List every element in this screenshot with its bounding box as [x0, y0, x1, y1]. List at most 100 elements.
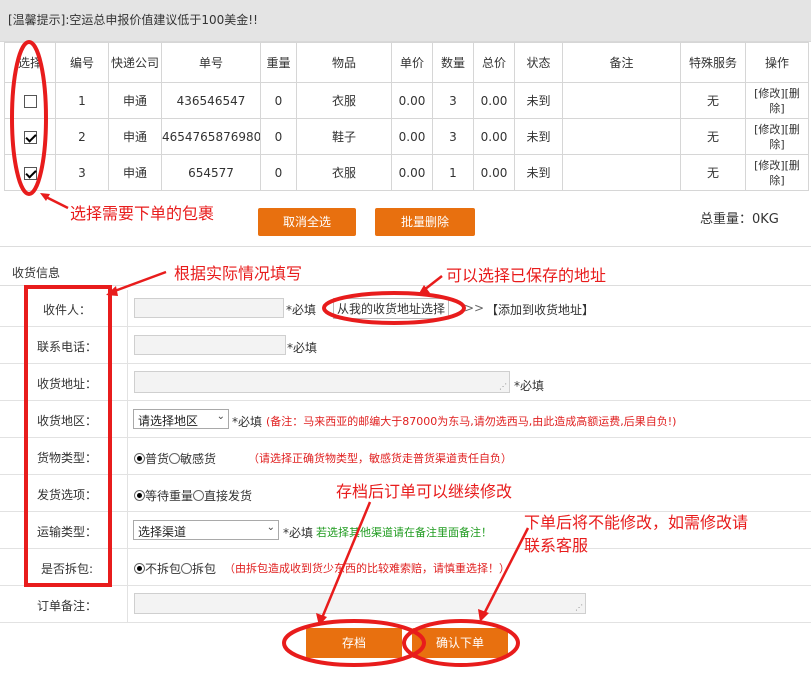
row-ops-links[interactable]: [修改][删除]: [745, 118, 809, 155]
row-status: 未到: [514, 82, 563, 119]
col-header-weight: 重量: [260, 42, 297, 83]
confirm-order-button[interactable]: 确认下单: [412, 628, 508, 658]
row-checkbox[interactable]: [23, 130, 37, 144]
choose-address-button[interactable]: 从我的收货地址选择: [333, 298, 450, 319]
split-label: 是否拆包:: [40, 562, 94, 576]
region-required: *必填: [232, 415, 263, 429]
form-separator: [127, 475, 128, 511]
row-service: 无: [680, 82, 746, 119]
row-qty: 1: [432, 154, 474, 191]
receiver-input[interactable]: [134, 298, 284, 318]
table-header-row: 选择 编号 快递公司 单号 重量 物品 单价 数量 总价 状态 备注 特殊服务 …: [4, 42, 809, 83]
section-title: 收货信息: [12, 266, 61, 280]
package-table: 选择 编号 快递公司 单号 重量 物品 单价 数量 总价 状态 备注 特殊服务 …: [4, 42, 809, 191]
radio-goods-normal[interactable]: [134, 453, 145, 464]
ship-option-direct: 直接发货: [204, 489, 253, 503]
radio-goods-sensitive[interactable]: [169, 453, 181, 464]
row-checkbox[interactable]: [23, 94, 37, 108]
cancel-all-button[interactable]: 取消全选: [258, 208, 356, 236]
form-separator: [127, 327, 128, 363]
chevron-down-icon: ⌄: [266, 522, 275, 533]
row-no: 3: [55, 154, 109, 191]
row-total: 0.00: [473, 154, 515, 191]
form-separator: [127, 438, 128, 474]
split-note: （由拆包造成收到货少东西的比较难索赔，请慎重选择！）: [224, 562, 510, 575]
row-carrier: 申通: [108, 118, 162, 155]
row-no: 1: [55, 82, 109, 119]
address-textarea[interactable]: ⋰: [134, 371, 510, 393]
resize-grip-icon[interactable]: ⋰: [575, 604, 583, 612]
transport-required: *必填: [283, 526, 314, 540]
row-select-cell: [4, 118, 56, 155]
phone-label: 联系电话：: [36, 340, 97, 354]
row-tracking: 654577: [161, 154, 261, 191]
annotation-arrow-fill: [111, 270, 167, 294]
row-tracking: 436546547: [161, 82, 261, 119]
annotation-arrow-address: [423, 275, 443, 291]
transport-note: 若选择其他渠道请在备注里面备注！: [316, 526, 492, 539]
row-total: 0.00: [473, 82, 515, 119]
resize-grip-icon[interactable]: ⋰: [499, 383, 507, 391]
batch-delete-button[interactable]: 批量删除: [375, 208, 475, 236]
col-header-note: 备注: [562, 42, 681, 83]
save-draft-button[interactable]: 存档: [306, 628, 402, 658]
radio-ship-wait[interactable]: [134, 490, 145, 501]
goods-option-sensitive: 敏感货: [180, 452, 217, 466]
table-row: 1 申通 436546547 0 衣服 0.00 3 0.00 未到 无 [修改…: [4, 82, 809, 119]
phone-input[interactable]: [134, 335, 286, 355]
split-radios: 不拆包 拆包: [134, 560, 216, 577]
col-header-no: 编号: [55, 42, 109, 83]
row-item: 鞋子: [296, 118, 392, 155]
notice-text: [温馨提示]:空运总申报价值建议低于100美金!!: [8, 13, 258, 27]
form-separator: [127, 512, 128, 548]
address-label: 收货地址：: [36, 377, 97, 391]
phone-required: *必填: [287, 341, 318, 355]
table-row: 3 申通 654577 0 衣服 0.00 1 0.00 未到 无 [修改][删…: [4, 154, 809, 191]
split-option-yes: 拆包: [192, 562, 217, 576]
row-note: [562, 154, 681, 191]
form-row-remark: 订单备注： ⋰: [0, 586, 811, 623]
row-service: 无: [680, 118, 746, 155]
col-header-qty: 数量: [432, 42, 474, 83]
radio-ship-direct[interactable]: [193, 490, 205, 501]
row-weight: 0: [260, 154, 297, 191]
col-header-item: 物品: [296, 42, 392, 83]
col-header-ops: 操作: [745, 42, 809, 83]
radio-split[interactable]: [181, 563, 193, 574]
goods-option-normal: 普货: [145, 452, 170, 466]
form-separator: [127, 290, 128, 326]
row-carrier: 申通: [108, 82, 162, 119]
row-tracking: 4654765876980: [161, 118, 261, 155]
region-select-value: 请选择地区: [138, 414, 199, 428]
goods-type-label: 货物类型：: [36, 451, 97, 465]
row-no: 2: [55, 118, 109, 155]
annotation-arrowhead-select: [40, 193, 50, 201]
remark-textarea[interactable]: ⋰: [134, 593, 586, 614]
row-carrier: 申通: [108, 154, 162, 191]
form-top-border: [0, 285, 811, 286]
ship-option-radios: 等待重量 直接发货: [134, 487, 252, 504]
transport-select[interactable]: 选择渠道 ⌄: [133, 520, 279, 540]
form-separator: [127, 586, 128, 622]
row-weight: 0: [260, 118, 297, 155]
col-header-select: 选择: [4, 42, 56, 83]
annotation-after-order-line1: 下单后将不能修改，如需修改请: [524, 513, 749, 532]
row-ops-links[interactable]: [修改][删除]: [745, 154, 809, 191]
row-ops-links[interactable]: [修改][删除]: [745, 82, 809, 119]
add-address-link[interactable]: 【添加到收货地址】: [486, 301, 594, 318]
row-price: 0.00: [391, 118, 433, 155]
col-header-total: 总价: [473, 42, 515, 83]
radio-no-split[interactable]: [134, 563, 145, 574]
region-select[interactable]: 请选择地区 ⌄: [133, 409, 229, 429]
receiver-label: 收件人：: [42, 303, 91, 317]
row-checkbox[interactable]: [23, 166, 37, 180]
table-row: 2 申通 4654765876980 0 鞋子 0.00 3 0.00 未到 无…: [4, 118, 809, 155]
goods-note: （请选择正确货物类型，敏感货走普货渠道责任自负）: [248, 452, 512, 465]
annotation-choose-saved: 可以选择已保存的地址: [446, 266, 607, 285]
form-row-receiver: 收件人： *必填 从我的收货地址选择 >> 【添加到收货地址】: [0, 290, 811, 327]
remark-label: 订单备注：: [36, 599, 97, 613]
row-note: [562, 82, 681, 119]
receiver-required: *必填: [286, 303, 317, 317]
transport-select-value: 选择渠道: [138, 525, 187, 539]
row-item: 衣服: [296, 82, 392, 119]
